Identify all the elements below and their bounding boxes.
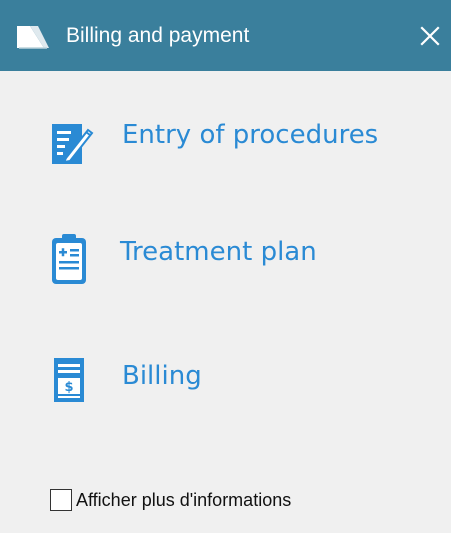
billing-payment-panel: Billing and payment Entry of procedures <box>0 0 451 533</box>
title-bar: Billing and payment <box>0 0 451 71</box>
close-icon[interactable] <box>418 24 442 48</box>
more-info-label[interactable]: Afficher plus d'informations <box>76 488 291 512</box>
billing-label: Billing <box>122 361 202 391</box>
edit-document-icon <box>52 124 94 164</box>
entry-of-procedures-label: Entry of procedures <box>122 120 379 150</box>
more-info-option: Afficher plus d'informations <box>50 488 291 512</box>
billing-link[interactable]: $ Billing <box>48 352 202 412</box>
invoice-dollar-icon: $ <box>54 358 84 402</box>
book-icon <box>17 26 49 49</box>
treatment-plan-label: Treatment plan <box>120 237 317 267</box>
entry-of-procedures-link[interactable]: Entry of procedures <box>48 116 378 176</box>
clipboard-plan-icon <box>52 234 86 284</box>
more-info-checkbox[interactable] <box>50 489 72 511</box>
window-title: Billing and payment <box>66 24 250 47</box>
svg-text:$: $ <box>64 380 73 395</box>
treatment-plan-link[interactable]: Treatment plan <box>48 230 317 290</box>
